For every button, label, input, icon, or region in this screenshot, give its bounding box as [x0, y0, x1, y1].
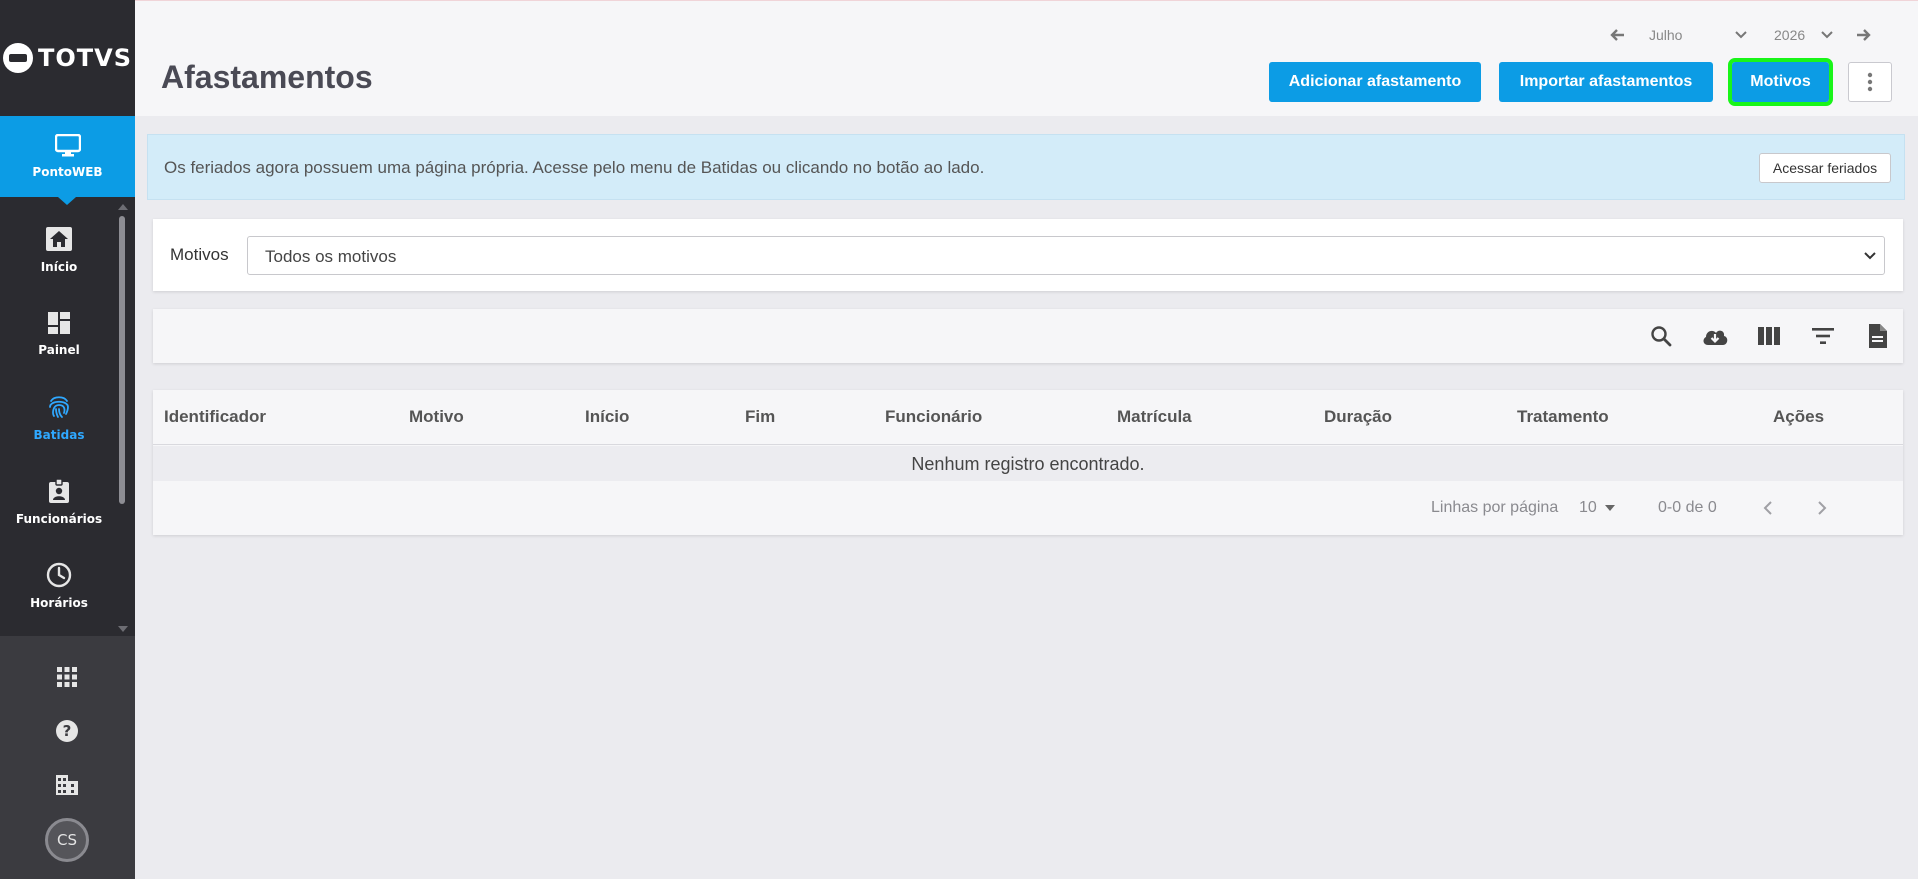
building-icon[interactable] — [52, 770, 82, 800]
dashboard-icon — [48, 312, 70, 334]
fingerprint-icon — [49, 396, 69, 418]
next-page-button[interactable] — [1810, 496, 1834, 520]
chevron-down-icon[interactable] — [1819, 27, 1835, 43]
totvs-logo-icon — [2, 43, 33, 73]
chevron-down-icon — [1864, 252, 1876, 260]
sidebar: TOTVS PontoWEB Início Painel Batidas Fun… — [0, 0, 135, 879]
apps-grid-icon[interactable] — [52, 662, 82, 692]
more-vertical-icon — [1867, 72, 1873, 92]
monitor-icon — [54, 134, 81, 157]
info-banner: Os feriados agora possuem uma página pró… — [147, 134, 1905, 200]
afastamentos-table: Identificador Motivo Início Fim Funcioná… — [153, 390, 1903, 535]
caret-down-icon — [1604, 505, 1615, 511]
sidebar-item-horarios[interactable]: Horários — [0, 544, 118, 628]
page-header: Afastamentos Julho 2026 Adicionar afasta… — [135, 0, 1918, 116]
year-value: 2026 — [1774, 27, 1806, 43]
year-select[interactable]: 2026 — [1774, 23, 1805, 47]
previous-page-button[interactable] — [1756, 496, 1780, 520]
avatar-initials: CS — [57, 831, 77, 849]
chevron-down-icon[interactable] — [1733, 27, 1749, 43]
previous-month-button[interactable] — [1605, 23, 1629, 47]
table-header: Identificador Motivo Início Fim Funcioná… — [153, 390, 1903, 445]
column-header-identificador[interactable]: Identificador — [164, 407, 266, 427]
more-options-button[interactable] — [1848, 62, 1892, 102]
pagination-range: 0-0 de 0 — [1658, 499, 1717, 516]
sidebar-item-label: Horários — [30, 596, 88, 610]
column-header-fim[interactable]: Fim — [745, 407, 775, 427]
column-header-duracao[interactable]: Duração — [1324, 407, 1392, 427]
access-holidays-button[interactable]: Acessar feriados — [1759, 153, 1891, 183]
import-afastamentos-button[interactable]: Importar afastamentos — [1499, 62, 1713, 102]
sidebar-item-label: Funcionários — [15, 512, 103, 526]
scroll-up-arrow[interactable] — [118, 204, 128, 210]
scroll-down-arrow[interactable] — [118, 626, 128, 632]
column-header-funcionario[interactable]: Funcionário — [885, 407, 982, 427]
month-select[interactable]: Julho — [1649, 23, 1682, 47]
sidebar-nav: Início Painel Batidas Funcionários Horár… — [0, 200, 135, 636]
arrow-right-icon — [1857, 29, 1871, 41]
svg-text:?: ? — [63, 722, 72, 740]
column-header-inicio[interactable]: Início — [585, 407, 629, 427]
columns-icon[interactable] — [1755, 322, 1783, 350]
brand-name: TOTVS — [37, 44, 132, 72]
help-icon[interactable]: ? — [52, 716, 82, 746]
next-month-button[interactable] — [1852, 23, 1876, 47]
sidebar-bottom: ? CS — [0, 636, 135, 879]
empty-row: Nenhum registro encontrado. — [153, 446, 1903, 481]
month-value: Julho — [1649, 27, 1683, 43]
sidebar-item-label: Início — [40, 260, 78, 274]
search-icon[interactable] — [1647, 322, 1675, 350]
column-header-motivo[interactable]: Motivo — [409, 407, 464, 427]
rows-per-page-select[interactable]: 10 — [1579, 499, 1615, 517]
chevron-left-icon — [1763, 501, 1772, 515]
column-header-matricula[interactable]: Matrícula — [1117, 407, 1192, 427]
add-afastamento-button[interactable]: Adicionar afastamento — [1269, 62, 1481, 102]
sidebar-item-funcionarios[interactable]: Funcionários — [0, 460, 118, 544]
pagination: Linhas por página 10 0-0 de 0 — [153, 481, 1903, 535]
motivos-button[interactable]: Motivos — [1728, 58, 1833, 106]
document-icon[interactable] — [1863, 322, 1891, 350]
sidebar-item-inicio[interactable]: Início — [0, 208, 118, 292]
home-icon — [46, 227, 72, 251]
table-toolbar — [153, 309, 1903, 363]
empty-message: Nenhum registro encontrado. — [911, 454, 1145, 474]
sidebar-item-label: Painel — [38, 343, 80, 357]
sidebar-item-painel[interactable]: Painel — [0, 292, 118, 376]
sidebar-scrollbar[interactable] — [119, 216, 125, 504]
filter-label: Motivos — [170, 245, 229, 264]
arrow-left-icon — [1610, 29, 1624, 41]
totvs-logo[interactable]: TOTVS — [0, 0, 135, 116]
cloud-download-icon[interactable] — [1701, 322, 1729, 350]
sidebar-item-label: Batidas — [33, 428, 85, 442]
rows-per-page-label: Linhas por página — [1431, 499, 1559, 516]
column-header-acoes: Ações — [1773, 407, 1825, 426]
column-header-tratamento[interactable]: Tratamento — [1517, 407, 1609, 427]
filter-card: Motivos Todos os motivos — [153, 219, 1903, 291]
banner-text: Os feriados agora possuem uma página pró… — [164, 158, 985, 177]
badge-icon — [49, 478, 69, 503]
rows-per-page-value: 10 — [1579, 499, 1597, 516]
avatar[interactable]: CS — [45, 818, 89, 862]
page-title: Afastamentos — [161, 59, 373, 95]
clock-icon — [46, 562, 72, 588]
motivos-select-value: Todos os motivos — [265, 247, 397, 266]
filter-icon[interactable] — [1809, 322, 1837, 350]
motivos-select[interactable]: Todos os motivos — [247, 236, 1885, 275]
chevron-right-icon — [1818, 501, 1827, 515]
sidebar-item-batidas[interactable]: Batidas — [0, 376, 118, 460]
module-label: PontoWEB — [32, 165, 103, 179]
module-pontoweb[interactable]: PontoWEB — [0, 116, 135, 205]
